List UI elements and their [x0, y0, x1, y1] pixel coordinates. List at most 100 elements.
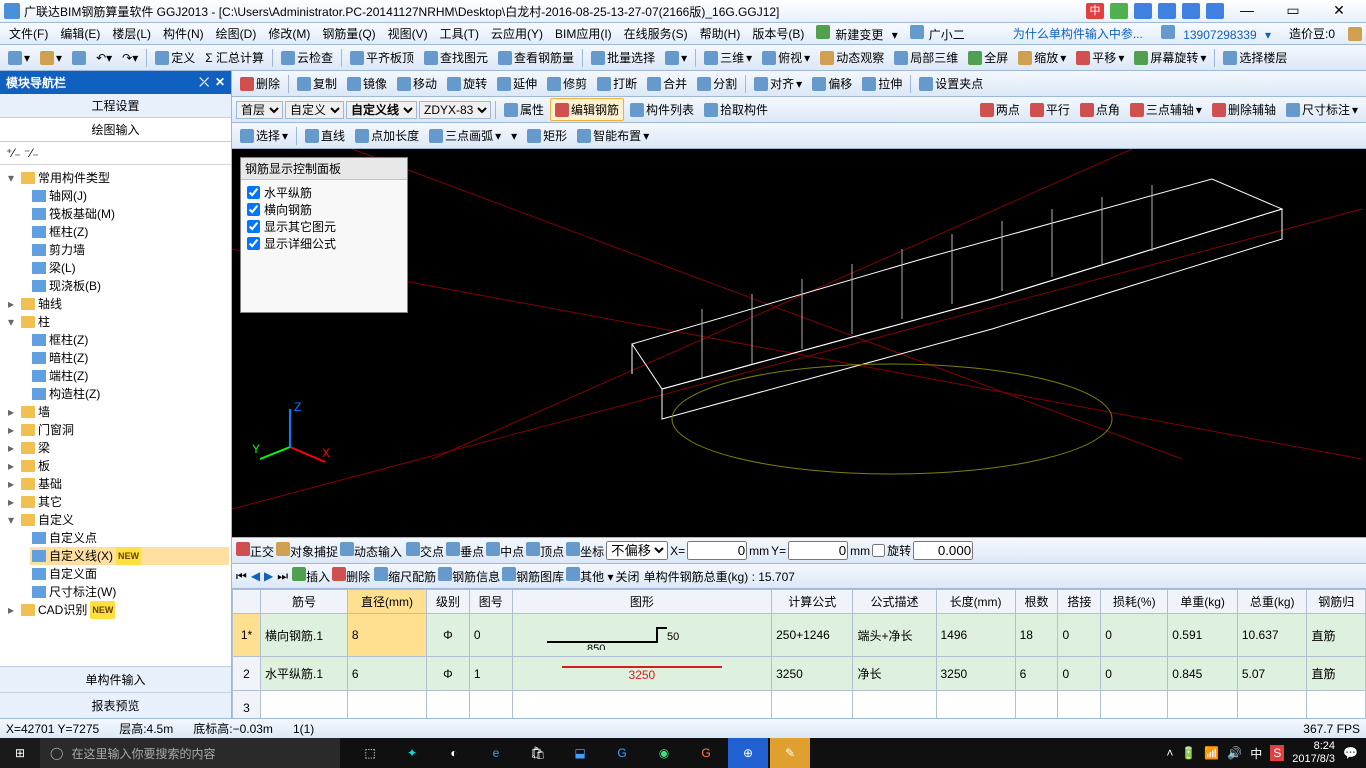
- view-rebar-button[interactable]: 查看钢筋量: [494, 47, 578, 68]
- col-num[interactable]: 根数: [1015, 590, 1058, 614]
- batch-select-button[interactable]: 批量选择: [587, 47, 659, 68]
- chk-formula[interactable]: 显示详细公式: [247, 235, 401, 252]
- define-button[interactable]: 定义: [151, 47, 199, 68]
- rotate-button[interactable]: 旋转: [443, 73, 491, 94]
- col-loss[interactable]: 损耗(%): [1101, 590, 1168, 614]
- offset-select[interactable]: 不偏移: [606, 541, 668, 560]
- table-row[interactable]: 2 水平纵筋.1 6 Φ 1 3250 3250 净长 3250 6 0 0 0…: [233, 657, 1366, 691]
- twopt-button[interactable]: 两点: [976, 99, 1024, 120]
- lib-button[interactable]: 钢筋图库: [502, 567, 564, 585]
- maximize-button[interactable]: ▭: [1270, 1, 1316, 21]
- ptlen-tool[interactable]: 点加长度: [351, 125, 423, 146]
- menu-element[interactable]: 构件(N): [158, 23, 209, 44]
- battery-icon[interactable]: 🔋: [1181, 746, 1196, 760]
- cloud-check-button[interactable]: 云检查: [277, 47, 337, 68]
- mirror-button[interactable]: 镜像: [343, 73, 391, 94]
- col-desc[interactable]: 公式描述: [853, 590, 936, 614]
- redo-button[interactable]: ↷▾: [118, 49, 142, 67]
- menu-tools[interactable]: 工具(T): [435, 23, 484, 44]
- col-lap[interactable]: 搭接: [1058, 590, 1101, 614]
- rect-tool[interactable]: 矩形: [523, 125, 571, 146]
- app-icon[interactable]: ◐: [434, 738, 474, 768]
- chk-trans[interactable]: 横向钢筋: [247, 201, 401, 218]
- top-view-button[interactable]: 俯视 ▾: [758, 47, 814, 68]
- align-slab-button[interactable]: 平齐板顶: [346, 47, 418, 68]
- info-button[interactable]: 钢筋信息: [438, 567, 500, 585]
- ortho-toggle[interactable]: 正交: [236, 542, 274, 560]
- close-panel-icon[interactable]: ✕: [215, 75, 225, 90]
- menu-bim[interactable]: BIM应用(I): [550, 23, 617, 44]
- new-button[interactable]: ▾: [4, 49, 34, 67]
- x-input[interactable]: [687, 541, 747, 560]
- tab-report[interactable]: 报表预览: [0, 692, 231, 718]
- hint-link[interactable]: 为什么单构件输入中参...: [1008, 23, 1148, 44]
- new-change-button[interactable]: 新建变更: [830, 26, 888, 44]
- chk-other[interactable]: 显示其它图元: [247, 218, 401, 235]
- pick-button[interactable]: 拾取构件: [700, 99, 772, 120]
- col-diameter[interactable]: 直径(mm): [347, 590, 426, 614]
- table-row[interactable]: 3: [233, 691, 1366, 719]
- split-button[interactable]: 分割: [693, 73, 741, 94]
- delete-button[interactable]: 删除: [236, 73, 284, 94]
- attr-button[interactable]: 属性: [500, 99, 548, 120]
- last-icon[interactable]: ⏭: [277, 569, 288, 584]
- line-tool[interactable]: 直线: [301, 125, 349, 146]
- trim-button[interactable]: 修剪: [543, 73, 591, 94]
- tab-single-input[interactable]: 单构件输入: [0, 666, 231, 692]
- dim-button[interactable]: 尺寸标注 ▾: [1282, 99, 1362, 120]
- delaux-button[interactable]: 删除辅轴: [1208, 99, 1280, 120]
- dynamic-view-button[interactable]: 动态观察: [816, 47, 888, 68]
- merge-button[interactable]: 合并: [643, 73, 691, 94]
- menu-floor[interactable]: 楼层(L): [107, 23, 156, 44]
- app-icon[interactable]: G: [602, 738, 642, 768]
- menu-rebar[interactable]: 钢筋量(Q): [317, 23, 380, 44]
- smart-tool[interactable]: 智能布置 ▾: [573, 125, 653, 146]
- menu-version[interactable]: 版本号(B): [747, 23, 809, 44]
- next-icon[interactable]: ▶: [264, 569, 273, 584]
- rot-check[interactable]: [872, 544, 885, 557]
- select-tool[interactable]: 选择 ▾: [236, 125, 292, 146]
- threept-button[interactable]: 三点辅轴 ▾: [1126, 99, 1206, 120]
- expand-icon[interactable]: ⁺⁄₋: [6, 146, 21, 160]
- collapse-icon[interactable]: ⁻⁄₋: [24, 146, 39, 160]
- app-icon[interactable]: ✦: [392, 738, 432, 768]
- col-name[interactable]: 筋号: [261, 590, 348, 614]
- first-icon[interactable]: ⏮: [236, 569, 247, 584]
- ime-indicator[interactable]: 中: [1086, 3, 1224, 19]
- list-button[interactable]: 构件列表: [626, 99, 698, 120]
- code-select[interactable]: ZDYX-83: [419, 101, 491, 119]
- select-floor-button[interactable]: 选择楼层: [1219, 47, 1291, 68]
- close-rebar-button[interactable]: 关闭: [616, 568, 640, 585]
- col-tw[interactable]: 总重(kg): [1237, 590, 1307, 614]
- volume-icon[interactable]: 🔊: [1227, 746, 1242, 760]
- intersect-snap[interactable]: 交点: [406, 542, 444, 560]
- ime-icon[interactable]: 中: [1250, 745, 1262, 762]
- floor-select[interactable]: 首层: [236, 101, 283, 119]
- extend-button[interactable]: 延伸: [493, 73, 541, 94]
- perp-snap[interactable]: 垂点: [446, 542, 484, 560]
- rebar-table[interactable]: 筋号 直径(mm) 级别 图号 图形 计算公式 公式描述 长度(mm) 根数 搭…: [232, 589, 1366, 718]
- undo-button[interactable]: ↶▾: [92, 49, 116, 67]
- local-3d-button[interactable]: 局部三维: [890, 47, 962, 68]
- vert-snap[interactable]: 顶点: [526, 542, 564, 560]
- menu-online[interactable]: 在线服务(S): [619, 23, 693, 44]
- zoom-button[interactable]: 缩放 ▾: [1014, 47, 1070, 68]
- rebar-nav[interactable]: ⏮ ◀ ▶ ⏭: [236, 569, 288, 584]
- break-button[interactable]: 打断: [593, 73, 641, 94]
- element-tree[interactable]: ▾常用构件类型 轴网(J) 筏板基础(M) 框柱(Z) 剪力墙 梁(L) 现浇板…: [0, 165, 231, 666]
- 3d-viewport[interactable]: 钢筋显示控制面板 水平纵筋 横向钢筋 显示其它图元 显示详细公式 X Y Z: [232, 149, 1366, 537]
- minimize-button[interactable]: ―: [1224, 1, 1270, 21]
- menu-view[interactable]: 视图(V): [383, 23, 433, 44]
- edge-icon[interactable]: e: [476, 738, 516, 768]
- windows-taskbar[interactable]: ⊞ ◯ 在这里输入你要搜索的内容 ⬚ ✦ ◐ e 🛍 ⬓ G ◉ G ⊕ ✎ ˄…: [0, 738, 1366, 768]
- phone-label[interactable]: 13907298339: [1178, 26, 1261, 44]
- snap-toggle[interactable]: 对象捕捉: [276, 542, 338, 560]
- wifi-icon[interactable]: 📶: [1204, 746, 1219, 760]
- move-button[interactable]: 移动: [393, 73, 441, 94]
- pan-button[interactable]: 平移 ▾: [1072, 47, 1128, 68]
- notification-icon[interactable]: 💬: [1343, 746, 1358, 760]
- menu-file[interactable]: 文件(F): [4, 23, 53, 44]
- 3d-button[interactable]: 三维 ▾: [700, 47, 756, 68]
- menu-help[interactable]: 帮助(H): [695, 23, 746, 44]
- grid-snap[interactable]: 坐标: [566, 542, 604, 560]
